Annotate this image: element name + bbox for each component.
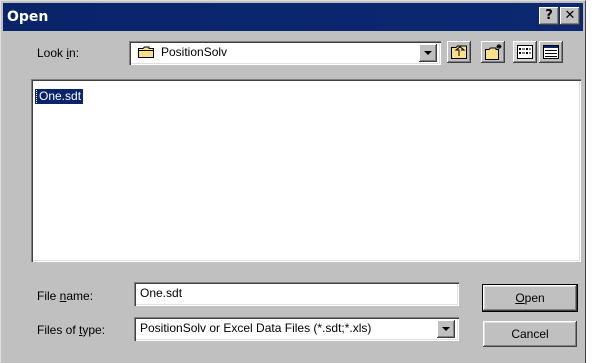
list-view-button[interactable] <box>513 41 537 63</box>
file-name-value: One.sdt <box>140 286 183 300</box>
look-in-dropdown-arrow[interactable] <box>419 44 437 62</box>
look-in-value: PositionSolv <box>161 45 228 59</box>
details-view-icon <box>543 45 559 62</box>
help-button[interactable]: ? <box>539 7 559 25</box>
new-folder-icon <box>485 44 503 63</box>
details-view-button[interactable] <box>539 41 563 63</box>
look-in-label: Look in: <box>37 46 80 60</box>
cancel-button[interactable]: Cancel <box>483 321 577 347</box>
file-name-label: File name: <box>37 289 94 303</box>
list-view-icon <box>517 45 533 62</box>
file-type-dropdown[interactable]: PositionSolv or Excel Data Files (*.sdt;… <box>134 317 459 341</box>
create-new-folder-button[interactable] <box>481 41 505 63</box>
file-type-dropdown-arrow[interactable] <box>437 320 455 338</box>
dialog-title: Open <box>7 9 49 25</box>
look-in-dropdown[interactable]: PositionSolv <box>129 41 441 65</box>
file-list[interactable] <box>31 79 581 262</box>
up-one-level-icon <box>451 45 467 62</box>
close-button[interactable]: ✕ <box>560 7 580 25</box>
file-type-value: PositionSolv or Excel Data Files (*.sdt;… <box>140 321 372 335</box>
file-item-one-sdt[interactable]: One.sdt <box>35 88 85 105</box>
file-type-label: Files of type: <box>37 323 106 337</box>
up-one-level-button[interactable] <box>447 41 471 63</box>
open-dialog: Open ? ✕ Look in: PositionSolv One.sdt F… <box>0 0 586 363</box>
file-name-input[interactable]: One.sdt <box>134 282 459 306</box>
title-bar[interactable]: Open ? ✕ <box>3 3 583 31</box>
open-button[interactable]: Open <box>482 284 578 312</box>
folder-icon <box>138 46 155 58</box>
